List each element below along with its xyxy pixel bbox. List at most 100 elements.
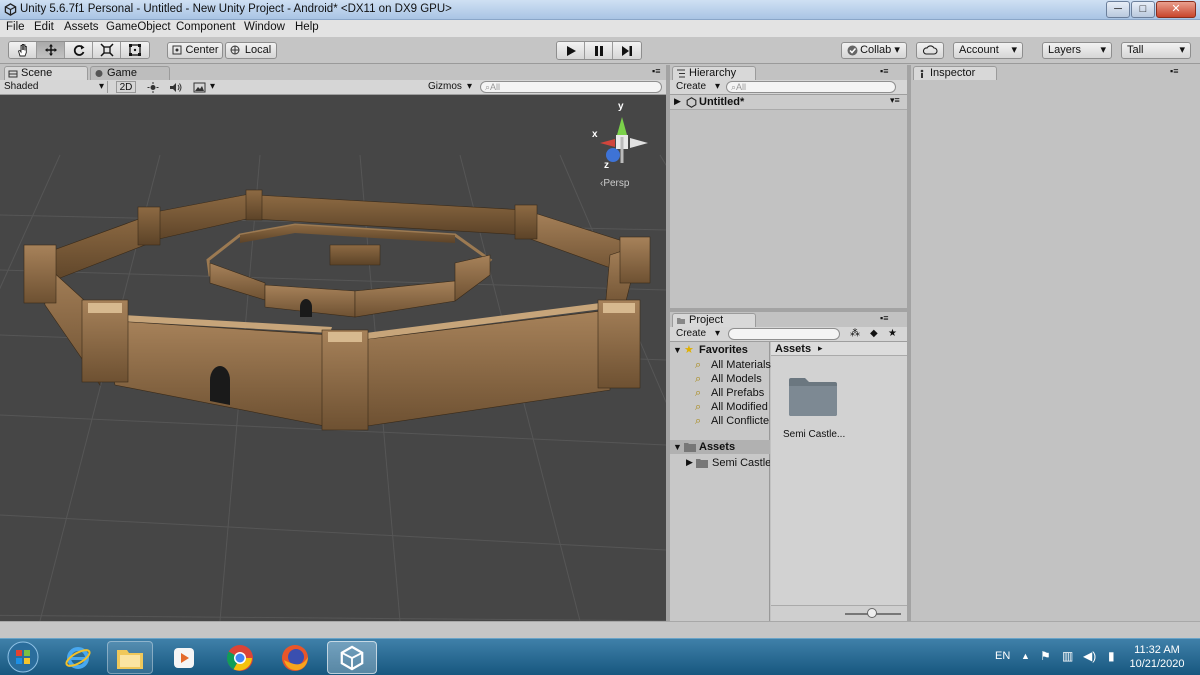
favorite-label: All Models: [711, 373, 762, 385]
taskbar-firefox[interactable]: [272, 641, 318, 674]
breadcrumb-assets[interactable]: Assets: [775, 343, 811, 355]
shading-mode-dropdown[interactable]: Shaded ▾: [4, 81, 108, 93]
scene-search-input[interactable]: ⌕All: [480, 81, 662, 93]
power-icon[interactable]: ▮: [1108, 649, 1115, 663]
project-create-dropdown[interactable]: Create ▾: [676, 328, 720, 340]
account-dropdown[interactable]: Account ▾: [953, 42, 1023, 59]
scene-lighting-icon[interactable]: [147, 82, 159, 93]
network-icon[interactable]: ▥: [1062, 649, 1073, 663]
hierarchy-panel[interactable]: [670, 110, 907, 308]
action-center-flag-icon[interactable]: ⚑: [1040, 649, 1051, 663]
rect-tool-icon[interactable]: [121, 42, 149, 58]
panel-divider[interactable]: [670, 308, 907, 312]
2d-toggle[interactable]: 2D: [116, 81, 136, 93]
unity-logo-icon: [340, 645, 364, 670]
maximize-button[interactable]: □: [1131, 1, 1155, 18]
pivot-center-toggle[interactable]: Center: [167, 42, 223, 59]
move-tool-icon[interactable]: [37, 42, 65, 58]
favorite-item[interactable]: ⌕ All Modified: [695, 401, 770, 415]
playback-controls: [556, 41, 642, 60]
cloud-services-button[interactable]: [916, 42, 944, 59]
project-search-input[interactable]: [728, 328, 840, 340]
folder-icon: [696, 459, 708, 468]
tab-hierarchy[interactable]: Hierarchy: [672, 66, 756, 81]
system-clock[interactable]: 11:32 AM 10/21/2020: [1124, 643, 1190, 671]
assets-root-row[interactable]: ▼ Assets: [670, 440, 770, 454]
expand-arrow-icon[interactable]: ▶: [686, 457, 693, 468]
tab-inspector[interactable]: Inspector: [913, 66, 997, 81]
favorite-item[interactable]: ⌕ All Models: [695, 373, 770, 387]
favorite-item[interactable]: ⌕ All Prefabs: [695, 387, 770, 401]
gizmos-dropdown[interactable]: Gizmos ▾: [428, 81, 472, 93]
panel-lock-icon[interactable]: ▪≡: [880, 313, 888, 325]
asset-folder-tile[interactable]: Semi Castle...: [781, 376, 851, 446]
favorites-label[interactable]: Favorites: [699, 344, 748, 356]
menu-window[interactable]: Window: [244, 21, 285, 33]
search-icon: ⌕: [695, 401, 702, 413]
step-button[interactable]: [613, 42, 641, 59]
icon-size-slider[interactable]: [771, 605, 907, 621]
volume-icon[interactable]: ◀): [1083, 649, 1096, 663]
show-hidden-icons-icon[interactable]: ▲: [1021, 651, 1030, 661]
rotate-tool-icon[interactable]: [65, 42, 93, 58]
panel-lock-icon[interactable]: ▪≡: [880, 66, 888, 78]
expand-arrow-icon[interactable]: ▶: [674, 96, 681, 107]
menu-help[interactable]: Help: [295, 21, 319, 33]
menu-component[interactable]: Component: [176, 21, 235, 33]
taskbar-chrome[interactable]: [217, 641, 263, 674]
effects-toggle-icon[interactable]: [193, 82, 206, 93]
menu-file[interactable]: File: [6, 21, 25, 33]
scene-viewport[interactable]: y x z ‹Persp: [0, 95, 666, 621]
collab-button[interactable]: Collab ▾: [841, 42, 907, 59]
audio-toggle-icon[interactable]: [169, 82, 183, 93]
expand-arrow-icon[interactable]: ▼: [673, 345, 682, 355]
minimize-button[interactable]: ─: [1106, 1, 1130, 18]
language-indicator[interactable]: EN: [995, 650, 1010, 662]
effects-dropdown-arrow[interactable]: ▾: [210, 81, 215, 93]
layers-dropdown[interactable]: Layers ▾: [1042, 42, 1112, 59]
pause-button[interactable]: [585, 42, 613, 59]
gizmo-x-label: x: [592, 129, 598, 140]
menu-assets[interactable]: Assets: [64, 21, 99, 33]
scene-options-icon[interactable]: ▾≡: [890, 95, 900, 106]
asset-folder-row[interactable]: ▶ Semi Castle: [684, 456, 770, 470]
menu-gameobject[interactable]: GameObject: [106, 21, 171, 33]
panel-divider[interactable]: [907, 65, 911, 621]
start-button[interactable]: [3, 640, 43, 674]
taskbar-unity[interactable]: [327, 641, 377, 674]
panel-lock-icon[interactable]: ▪≡: [1170, 66, 1178, 78]
hierarchy-create-dropdown[interactable]: Create ▾: [676, 81, 720, 93]
slider-thumb[interactable]: [867, 608, 877, 618]
window-titlebar: Unity 5.6.7f1 Personal - Untitled - New …: [0, 0, 1200, 20]
asset-folder-label: Semi Castle: [712, 457, 770, 469]
close-button[interactable]: ✕: [1156, 1, 1196, 18]
search-by-type-icon[interactable]: ⁂: [850, 328, 860, 340]
search-by-label-icon[interactable]: ◆: [870, 328, 878, 340]
assets-root-label: Assets: [699, 441, 736, 453]
play-button[interactable]: [557, 42, 585, 59]
hierarchy-search-input[interactable]: ⌕All: [726, 81, 896, 93]
taskbar-internet-explorer[interactable]: [55, 641, 101, 674]
tab-scene[interactable]: Scene: [4, 66, 88, 81]
save-search-star-icon[interactable]: ★: [888, 328, 897, 340]
create-label: Create: [676, 328, 707, 339]
expand-arrow-icon[interactable]: ▼: [673, 442, 682, 452]
scene-root-row[interactable]: ▶ Untitled* ▾≡: [670, 95, 907, 110]
hand-tool-icon[interactable]: [9, 42, 37, 58]
favorite-label: All Prefabs: [711, 387, 765, 399]
taskbar-file-explorer[interactable]: [107, 641, 153, 674]
scale-tool-icon[interactable]: [93, 42, 121, 58]
favorite-item[interactable]: ⌕ All Conflicte: [695, 415, 770, 429]
pivot-local-toggle[interactable]: Local: [225, 42, 277, 59]
panel-lock-icon[interactable]: ▪≡: [652, 66, 660, 78]
menu-edit[interactable]: Edit: [34, 21, 54, 33]
search-icon: ⌕: [695, 359, 702, 371]
taskbar-media-player[interactable]: [161, 641, 207, 674]
favorite-item[interactable]: ⌕ All Materials: [695, 359, 771, 373]
tab-game[interactable]: Game: [90, 66, 170, 81]
panel-divider[interactable]: [666, 65, 670, 621]
perspective-label[interactable]: ‹Persp: [600, 178, 629, 189]
tab-project[interactable]: Project: [672, 313, 756, 328]
layout-dropdown[interactable]: Tall ▾: [1121, 42, 1191, 59]
search-icon: ⌕: [695, 387, 702, 399]
